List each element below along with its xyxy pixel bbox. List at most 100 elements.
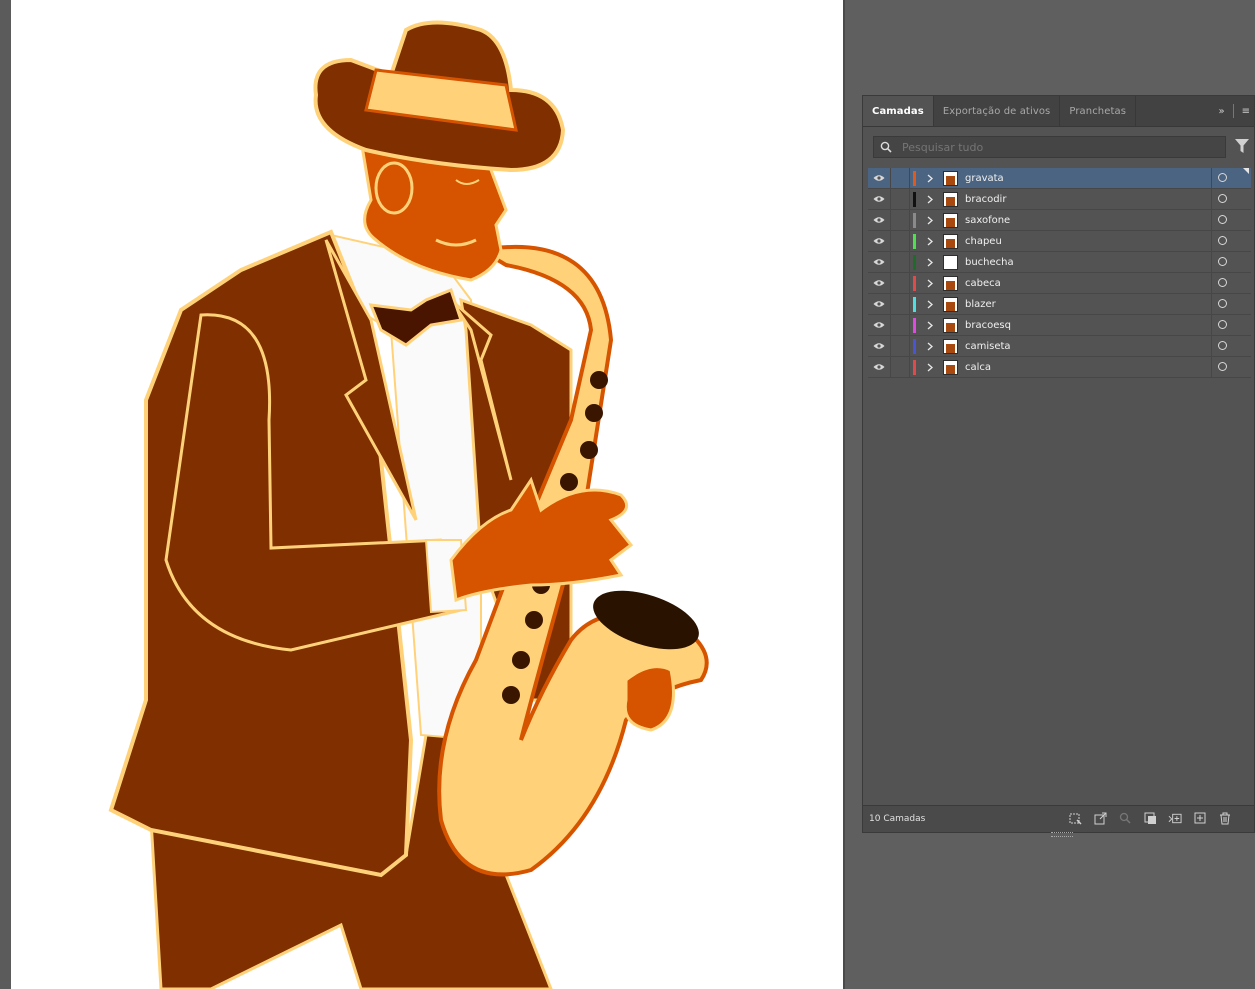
layer-name[interactable]: blazer [965, 299, 996, 310]
selection-indicator [1243, 168, 1249, 174]
layer-name[interactable]: calca [965, 362, 991, 373]
layer-color-tag [913, 212, 916, 228]
layer-row[interactable]: gravata [868, 167, 1251, 189]
expand-chevron-icon[interactable] [922, 258, 938, 267]
lock-toggle[interactable] [890, 167, 910, 189]
lock-toggle[interactable] [890, 335, 910, 357]
layer-color-tag [913, 275, 916, 291]
expand-chevron-icon[interactable] [922, 300, 938, 309]
target-circle-icon[interactable] [1218, 236, 1227, 245]
visibility-eye-icon[interactable] [868, 258, 890, 266]
filter-icon[interactable] [1235, 139, 1249, 153]
tab-pranchetas[interactable]: Pranchetas [1060, 96, 1137, 126]
layer-thumbnail [943, 317, 958, 333]
trash-icon[interactable] [1218, 811, 1232, 825]
target-circle-icon[interactable] [1218, 320, 1227, 329]
layer-row[interactable]: chapeu [868, 230, 1251, 252]
layer-name[interactable]: gravata [965, 173, 1004, 184]
lock-toggle[interactable] [890, 272, 910, 294]
visibility-eye-icon[interactable] [868, 321, 890, 329]
target-circle-icon[interactable] [1218, 257, 1227, 266]
target-circle-icon[interactable] [1218, 299, 1227, 308]
expand-chevron-icon[interactable] [922, 321, 938, 330]
make-clipping-mask-icon[interactable] [1143, 811, 1157, 825]
layer-color-tag [913, 254, 916, 270]
footer-toolbar [1068, 811, 1232, 825]
left-canvas-edge [0, 0, 11, 989]
new-layer-icon[interactable] [1193, 811, 1207, 825]
visibility-eye-icon[interactable] [868, 363, 890, 371]
search-icon [880, 141, 892, 153]
lock-toggle[interactable] [890, 188, 910, 210]
tab-camadas[interactable]: Camadas [863, 96, 934, 126]
layer-name[interactable]: buchecha [965, 257, 1014, 268]
row-divider [1211, 231, 1212, 252]
visibility-eye-icon[interactable] [868, 216, 890, 224]
layer-name[interactable]: saxofone [965, 215, 1010, 226]
layer-thumbnail [943, 191, 958, 207]
lock-toggle[interactable] [890, 293, 910, 315]
layer-color-tag [913, 233, 916, 249]
panel-menu-icon[interactable]: ≡ [1242, 106, 1250, 117]
lock-toggle[interactable] [890, 314, 910, 336]
layer-row[interactable]: bracodir [868, 188, 1251, 210]
layer-row[interactable]: calca [868, 356, 1251, 378]
visibility-eye-icon[interactable] [868, 279, 890, 287]
panel-tabbar: Camadas Exportação de ativos Pranchetas … [863, 96, 1254, 127]
tool-separator [1232, 104, 1234, 118]
visibility-eye-icon[interactable] [868, 237, 890, 245]
expand-chevron-icon[interactable] [922, 237, 938, 246]
search-input[interactable] [900, 139, 1204, 155]
visibility-eye-icon[interactable] [868, 195, 890, 203]
layer-color-tag [913, 317, 916, 333]
layer-thumbnail [943, 296, 958, 312]
layer-row[interactable]: camiseta [868, 335, 1251, 357]
target-circle-icon[interactable] [1218, 341, 1227, 350]
create-sublayer-icon[interactable] [1168, 811, 1182, 825]
layer-row[interactable]: blazer [868, 293, 1251, 315]
layer-name[interactable]: camiseta [965, 341, 1011, 352]
layer-name[interactable]: cabeca [965, 278, 1001, 289]
expand-chevron-icon[interactable] [922, 363, 938, 372]
layer-row[interactable]: buchecha [868, 251, 1251, 273]
layer-name[interactable]: bracodir [965, 194, 1006, 205]
lock-toggle[interactable] [890, 230, 910, 252]
target-circle-icon[interactable] [1218, 362, 1227, 371]
panel-controls: » ≡ [1218, 96, 1250, 126]
row-divider [1211, 168, 1212, 189]
expand-chevron-icon[interactable] [922, 195, 938, 204]
expand-chevron-icon[interactable] [922, 279, 938, 288]
layer-row[interactable]: bracoesq [868, 314, 1251, 336]
visibility-eye-icon[interactable] [868, 342, 890, 350]
layer-name[interactable]: bracoesq [965, 320, 1011, 331]
layer-thumbnail [943, 338, 958, 354]
lock-toggle[interactable] [890, 251, 910, 273]
layer-row[interactable]: saxofone [868, 209, 1251, 231]
artboard[interactable] [11, 0, 843, 989]
export-selection-icon[interactable] [1093, 811, 1107, 825]
layers-panel: Camadas Exportação de ativos Pranchetas … [862, 95, 1255, 837]
layer-thumbnail [943, 233, 958, 249]
expand-panel-icon[interactable]: » [1218, 106, 1224, 117]
lock-toggle[interactable] [890, 209, 910, 231]
layers-list: gravata bracodir saxofone chapeu buchecha cab… [868, 167, 1251, 378]
layer-color-tag [913, 170, 916, 186]
collect-for-export-icon[interactable] [1068, 811, 1082, 825]
expand-chevron-icon[interactable] [922, 342, 938, 351]
locate-object-icon[interactable] [1118, 811, 1132, 825]
layer-row[interactable]: cabeca [868, 272, 1251, 294]
layer-thumbnail [943, 254, 958, 270]
tab-exportacao-de-ativos[interactable]: Exportação de ativos [934, 96, 1061, 126]
layer-name[interactable]: chapeu [965, 236, 1002, 247]
expand-chevron-icon[interactable] [922, 216, 938, 225]
panel-resize-grip[interactable] [1051, 832, 1073, 837]
target-circle-icon[interactable] [1218, 215, 1227, 224]
visibility-eye-icon[interactable] [868, 300, 890, 308]
layer-thumbnail [943, 170, 958, 186]
target-circle-icon[interactable] [1218, 278, 1227, 287]
lock-toggle[interactable] [890, 356, 910, 378]
target-circle-icon[interactable] [1218, 173, 1227, 182]
expand-chevron-icon[interactable] [922, 174, 938, 183]
visibility-eye-icon[interactable] [868, 174, 890, 182]
target-circle-icon[interactable] [1218, 194, 1227, 203]
